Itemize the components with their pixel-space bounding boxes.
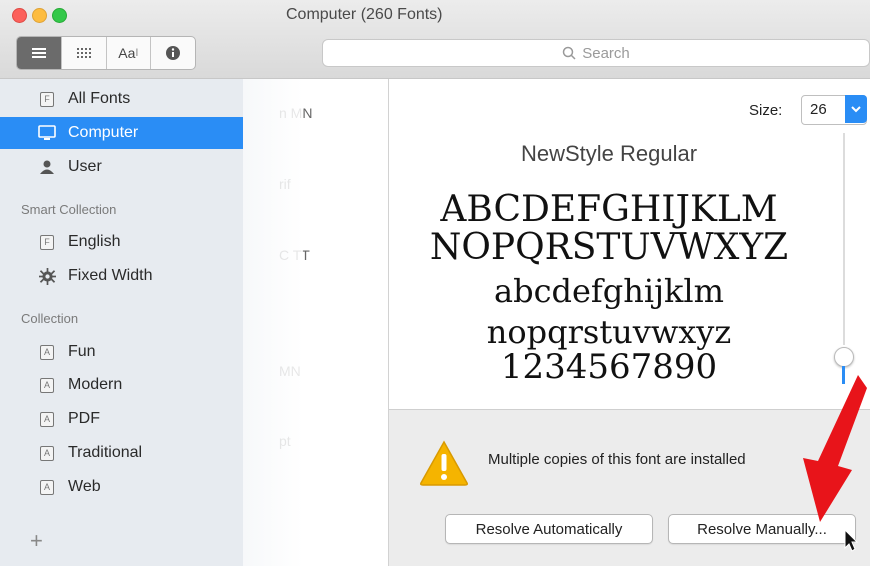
font-collection-icon: A [38, 410, 56, 428]
resolve-automatically-button[interactable]: Resolve Automatically [445, 514, 653, 544]
size-slider-fill [842, 366, 845, 384]
sidebar-item-web[interactable]: A Web [0, 471, 243, 503]
sample-line-lowercase-2: nopqrstuvwxyz [486, 313, 732, 351]
monitor-icon [38, 124, 56, 142]
duplicate-font-message: Multiple copies of this font are install… [488, 451, 746, 468]
smart-collection-heading: Smart Collection [21, 202, 117, 217]
zoom-button[interactable] [52, 8, 67, 23]
sample-line-lowercase-1: abcdefghijklm [494, 272, 724, 310]
grid-view-button[interactable] [62, 37, 107, 69]
sidebar-item-computer[interactable]: Computer [0, 117, 243, 149]
size-combobox[interactable]: 26 [801, 95, 867, 125]
info-icon [166, 46, 181, 60]
view-mode-segmented-control: Aa I [16, 36, 196, 70]
user-icon [38, 158, 56, 176]
sample-line-uppercase-1: ABCDEFGHIJKLM [440, 189, 778, 230]
search-placeholder: Search [582, 44, 630, 62]
font-collection-icon: A [38, 343, 56, 361]
sample-line-uppercase-2: NOPQRSTUVWXYZ [429, 227, 789, 268]
window-title: Computer (260 Fonts) [286, 6, 443, 23]
sidebar-item-english[interactable]: F English [0, 226, 243, 258]
size-slider-knob[interactable] [834, 347, 854, 367]
resolve-manually-button[interactable]: Resolve Manually... [668, 514, 856, 544]
close-button[interactable] [12, 8, 27, 23]
sidebar-item-fixed-width[interactable]: Fixed Width [0, 260, 243, 292]
sidebar-item-modern[interactable]: A Modern [0, 369, 243, 401]
minimize-button[interactable] [32, 8, 47, 23]
font-info-pane: Multiple copies of this font are install… [389, 410, 870, 566]
collection-heading: Collection [21, 311, 79, 326]
chevron-down-icon [851, 105, 861, 112]
font-list-overlay [243, 79, 303, 566]
sidebar-item-all-fonts[interactable]: F All Fonts [0, 83, 243, 115]
search-field[interactable]: Search [322, 39, 870, 67]
font-name: NewStyle Regular [520, 141, 698, 166]
size-value: 26 [810, 101, 827, 118]
gear-icon [38, 267, 56, 285]
info-view-button[interactable] [151, 37, 195, 69]
list-view-icon [31, 48, 46, 58]
font-collection-icon: A [38, 444, 56, 462]
font-collection-icon: A [38, 376, 56, 394]
font-collection-icon: A [38, 478, 56, 496]
add-collection-button[interactable]: + [30, 528, 43, 554]
font-file-icon: F [38, 90, 56, 108]
sidebar-item-traditional[interactable]: A Traditional [0, 437, 243, 469]
grid-view-icon [76, 48, 91, 58]
sidebar: F All Fonts Computer User Smart Collecti… [0, 79, 243, 566]
font-file-icon: F [38, 233, 56, 251]
warning-icon [419, 440, 469, 491]
font-preview-pane: Size: 26 NewStyle Regular ABCDEFGHIJKLM … [389, 79, 870, 410]
sidebar-item-fun[interactable]: A Fun [0, 336, 243, 368]
search-icon [562, 46, 576, 60]
size-slider-track[interactable] [843, 133, 845, 345]
sample-view-button[interactable]: Aa I [107, 37, 152, 69]
list-view-button[interactable] [17, 37, 62, 69]
sample-view-icon: Aa [118, 45, 136, 61]
sidebar-item-user[interactable]: User [0, 151, 243, 183]
sidebar-item-pdf[interactable]: A PDF [0, 403, 243, 435]
sample-line-digits: 1234567890 [500, 347, 718, 387]
size-dropdown-button[interactable] [845, 95, 867, 123]
size-label: Size: [749, 102, 783, 119]
title-bar: Computer (260 Fonts) Aa I Search [0, 0, 870, 79]
